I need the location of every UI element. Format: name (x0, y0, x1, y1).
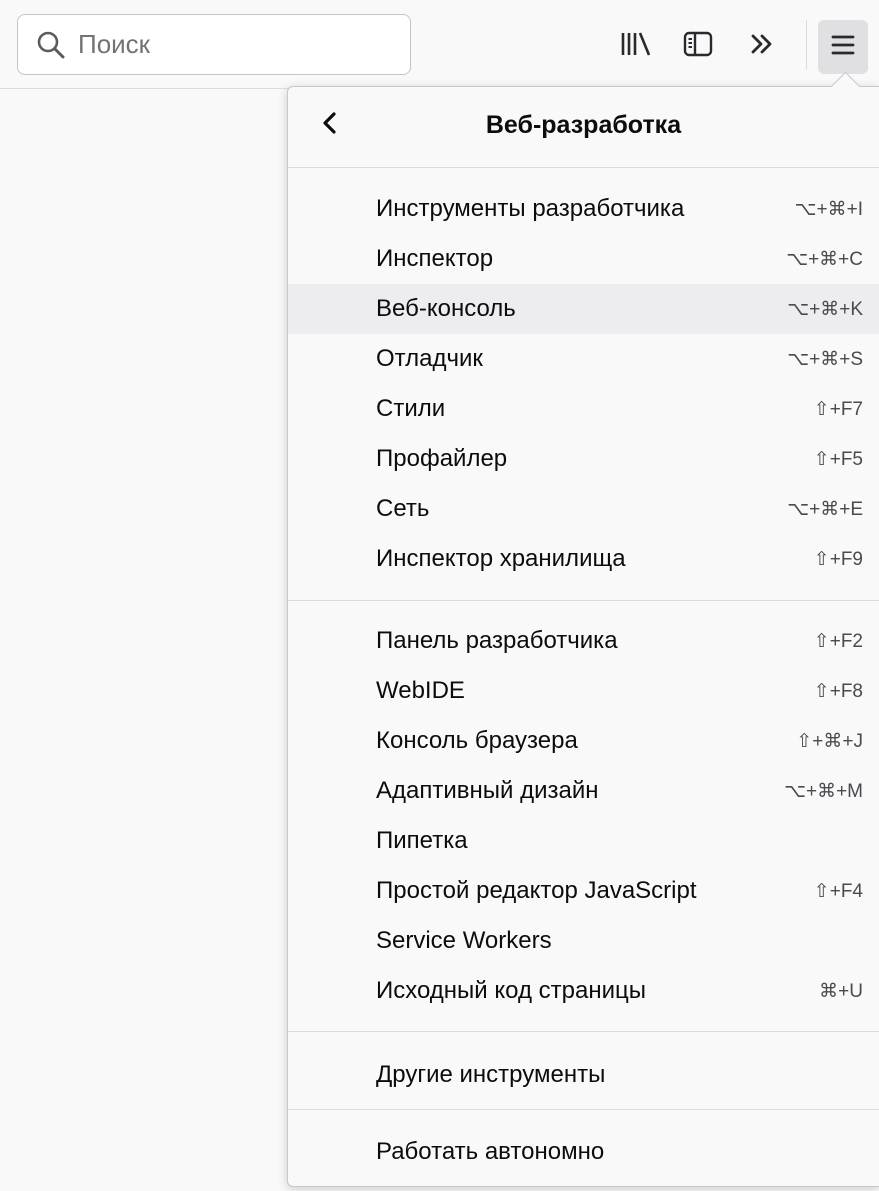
browser-toolbar (0, 0, 879, 89)
menu-separator (288, 1031, 879, 1032)
menu-item-label: Инструменты разработчика (376, 195, 685, 222)
panel-title: Веб-разработка (485, 111, 682, 139)
menu-item-label: Исходный код страницы (376, 977, 646, 1004)
menu-item-debugger[interactable]: Отладчик ⌥+⌘+S (288, 334, 879, 384)
menu-item-label: Service Workers (376, 927, 552, 954)
menu-item-shortcut: ⇧+F5 (813, 448, 863, 470)
library-button[interactable] (612, 22, 660, 70)
menu-item-label: Отладчик (376, 345, 483, 372)
menu-item-developer-toolbar[interactable]: Панель разработчика ⇧+F2 (288, 616, 879, 666)
panel-header: Веб-разработка (288, 87, 879, 168)
menu-item-shortcut: ⇧+F8 (813, 680, 863, 702)
menu-item-label: WebIDE (376, 677, 465, 704)
menu-item-shortcut: ⌥+⌘+I (794, 198, 863, 220)
menu-item-shortcut: ⌘+U (819, 980, 863, 1002)
menu-item-scratchpad[interactable]: Простой редактор JavaScript ⇧+F4 (288, 866, 879, 916)
menu-item-shortcut: ⇧+F9 (813, 548, 863, 570)
menu-item-shortcut: ⌥+⌘+K (787, 298, 863, 320)
menu-item-label: Профайлер (376, 445, 508, 472)
menu-item-label: Работать автономно (376, 1138, 605, 1165)
menu-item-developer-tools[interactable]: Инструменты разработчика ⌥+⌘+I (288, 184, 879, 234)
menu-item-webide[interactable]: WebIDE ⇧+F8 (288, 666, 879, 716)
web-developer-panel: Веб-разработка Инструменты разработчика … (287, 86, 879, 1187)
menu-item-responsive-design[interactable]: Адаптивный дизайн ⌥+⌘+M (288, 766, 879, 816)
menu-item-label: Пипетка (376, 827, 468, 854)
menu-item-browser-console[interactable]: Консоль браузера ⇧+⌘+J (288, 716, 879, 766)
menu-item-shortcut: ⇧+F4 (813, 880, 863, 902)
menu-item-label: Адаптивный дизайн (376, 777, 599, 804)
menu-item-eyedropper[interactable]: Пипетка (288, 816, 879, 866)
menu-item-label: Другие инструменты (376, 1061, 606, 1088)
menu-item-web-console[interactable]: Веб-консоль ⌥+⌘+K (288, 284, 879, 334)
menu-item-storage-inspector[interactable]: Инспектор хранилища ⇧+F9 (288, 534, 879, 584)
overflow-chevron-icon (747, 29, 777, 64)
search-icon (34, 28, 68, 62)
menu-item-label: Инспектор хранилища (376, 545, 626, 572)
menu-item-shortcut: ⇧+⌘+J (796, 730, 863, 752)
hamburger-menu-icon (829, 31, 857, 64)
menu-item-label: Стили (376, 395, 446, 422)
menu-item-label: Сеть (376, 495, 430, 522)
menu-item-shortcut: ⌥+⌘+E (787, 498, 863, 520)
menu-item-more-tools[interactable]: Другие инструменты (288, 1050, 879, 1100)
menu-item-label: Простой редактор JavaScript (376, 877, 697, 904)
search-box[interactable] (17, 14, 411, 75)
menu-separator (288, 1109, 879, 1110)
menu-item-shortcut: ⌥+⌘+S (787, 348, 863, 370)
menu-item-styles[interactable]: Стили ⇧+F7 (288, 384, 879, 434)
menu-item-inspector[interactable]: Инспектор ⌥+⌘+C (288, 234, 879, 284)
menu-item-label: Веб-консоль (376, 295, 516, 322)
menu-item-shortcut: ⌥+⌘+C (786, 248, 863, 270)
menu-item-service-workers[interactable]: Service Workers (288, 916, 879, 966)
menu-item-shortcut: ⌥+⌘+M (784, 780, 863, 802)
menu-item-label: Инспектор (376, 245, 494, 272)
menu-separator (288, 600, 879, 601)
menu-item-page-source[interactable]: Исходный код страницы ⌘+U (288, 966, 879, 1016)
search-input[interactable] (78, 29, 398, 60)
sidebar-button[interactable] (674, 22, 722, 70)
menu-item-network[interactable]: Сеть ⌥+⌘+E (288, 484, 879, 534)
library-icon (619, 29, 653, 64)
menu-item-label: Панель разработчика (376, 627, 618, 654)
menu-item-profiler[interactable]: Профайлер ⇧+F5 (288, 434, 879, 484)
open-menu-button[interactable] (818, 20, 868, 74)
menu-item-shortcut: ⇧+F2 (813, 630, 863, 652)
overflow-button[interactable] (738, 22, 786, 70)
sidebar-icon (682, 29, 714, 64)
menu-item-work-offline[interactable]: Работать автономно (288, 1127, 879, 1177)
toolbar-divider (806, 20, 807, 70)
menu-item-shortcut: ⇧+F7 (813, 398, 863, 420)
menu-item-label: Консоль браузера (376, 727, 578, 754)
